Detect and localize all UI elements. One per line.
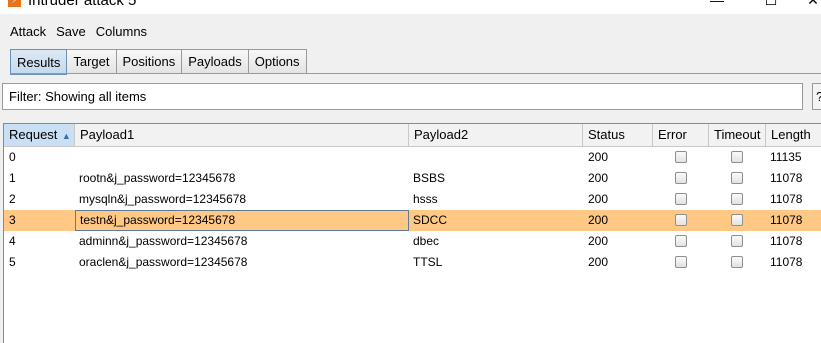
results-table: Request ▲ Payload1 Payload2 Status Error…	[3, 123, 821, 343]
menu-columns[interactable]: Columns	[91, 24, 152, 39]
close-button[interactable]: ✕	[798, 0, 821, 8]
menu-bar: Attack Save Columns	[0, 20, 821, 42]
window-title: Intruder attack 5	[28, 0, 137, 9]
cell-length: 11078	[770, 171, 803, 185]
cell-payload1: rootn&j_password=12345678	[79, 171, 236, 185]
cell-status: 200	[588, 192, 609, 206]
table-row[interactable]: 2 mysqln&j_password=12345678 hsss 200 11…	[4, 189, 821, 210]
tab-positions[interactable]: Positions	[116, 49, 183, 73]
column-header-status[interactable]: Status	[583, 124, 653, 146]
menu-attack[interactable]: Attack	[5, 24, 51, 39]
tab-results[interactable]: Results	[10, 49, 68, 75]
cell-payload2: SDCC	[413, 213, 448, 227]
tab-bar: Results Target Positions Payloads Option…	[10, 49, 307, 75]
tab-options[interactable]: Options	[248, 49, 307, 73]
cell-payload2: dbec	[413, 234, 440, 248]
cell-payload2: BSBS	[413, 171, 446, 185]
column-header-request[interactable]: Request ▲	[4, 124, 75, 146]
timeout-checkbox[interactable]	[731, 256, 743, 268]
cell-request: 3	[9, 213, 16, 227]
maximize-button[interactable]: ☐	[756, 0, 786, 8]
cell-status: 200	[588, 171, 609, 185]
cell-payload1: adminn&j_password=12345678	[79, 234, 248, 248]
column-header-payload1[interactable]: Payload1	[75, 124, 409, 146]
error-checkbox[interactable]	[675, 256, 687, 268]
error-checkbox[interactable]	[675, 214, 687, 226]
cell-status: 200	[588, 255, 609, 269]
timeout-checkbox[interactable]	[731, 172, 743, 184]
table-row[interactable]: 5 oraclen&j_password=12345678 TTSL 200 1…	[4, 252, 821, 273]
cell-status: 200	[588, 213, 609, 227]
error-checkbox[interactable]	[675, 172, 687, 184]
sort-ascending-icon: ▲	[59, 131, 71, 141]
cell-payload2: TTSL	[413, 255, 443, 269]
tab-divider	[10, 73, 821, 74]
column-header-payload2[interactable]: Payload2	[409, 124, 583, 146]
tab-target[interactable]: Target	[67, 49, 117, 73]
cell-request: 1	[9, 171, 16, 185]
cell-request: 4	[9, 234, 16, 248]
filter-text: Filter: Showing all items	[9, 89, 147, 104]
tab-payloads[interactable]: Payloads	[182, 49, 249, 73]
cell-status: 200	[588, 234, 609, 248]
cell-request: 5	[9, 255, 16, 269]
error-checkbox[interactable]	[675, 151, 687, 163]
table-row[interactable]: 1 rootn&j_password=12345678 BSBS 200 110…	[4, 168, 821, 189]
cell-length: 11078	[770, 234, 803, 248]
cell-status: 200	[588, 150, 609, 164]
cell-payload1: oraclen&j_password=12345678	[79, 255, 248, 269]
cell-length: 11135	[770, 150, 802, 164]
timeout-checkbox[interactable]	[731, 151, 743, 163]
table-header: Request ▲ Payload1 Payload2 Status Error…	[4, 124, 821, 147]
menu-save[interactable]: Save	[51, 24, 91, 39]
column-header-length[interactable]: Length	[766, 124, 821, 146]
filter-help-button[interactable]: ?	[812, 83, 821, 110]
burp-logo-icon: ⚡	[8, 0, 21, 7]
table-row-selected[interactable]: 3 testn&j_password=12345678 SDCC 200 110…	[4, 210, 821, 231]
filter-bar[interactable]: Filter: Showing all items	[2, 83, 803, 110]
cell-length: 11078	[770, 213, 803, 227]
title-bar: ⚡ Intruder attack 5 — ☐ ✕	[0, 0, 821, 14]
timeout-checkbox[interactable]	[731, 193, 743, 205]
error-checkbox[interactable]	[675, 235, 687, 247]
column-header-error[interactable]: Error	[653, 124, 709, 146]
minimize-button[interactable]: —	[702, 0, 732, 8]
timeout-checkbox[interactable]	[731, 214, 743, 226]
table-row[interactable]: 4 adminn&j_password=12345678 dbec 200 11…	[4, 231, 821, 252]
cell-length: 11078	[770, 192, 803, 206]
error-checkbox[interactable]	[675, 193, 687, 205]
cell-request: 2	[9, 192, 16, 206]
timeout-checkbox[interactable]	[731, 235, 743, 247]
table-row[interactable]: 0 200 11135	[4, 147, 821, 168]
cell-payload1: mysqln&j_password=12345678	[79, 192, 247, 206]
cell-payload2: hsss	[413, 192, 438, 206]
column-header-timeout[interactable]: Timeout	[709, 124, 766, 146]
cell-request: 0	[9, 150, 16, 164]
cell-payload1-focused: testn&j_password=12345678	[75, 210, 409, 231]
cell-length: 11078	[770, 255, 803, 269]
column-header-label: Request	[9, 127, 58, 142]
